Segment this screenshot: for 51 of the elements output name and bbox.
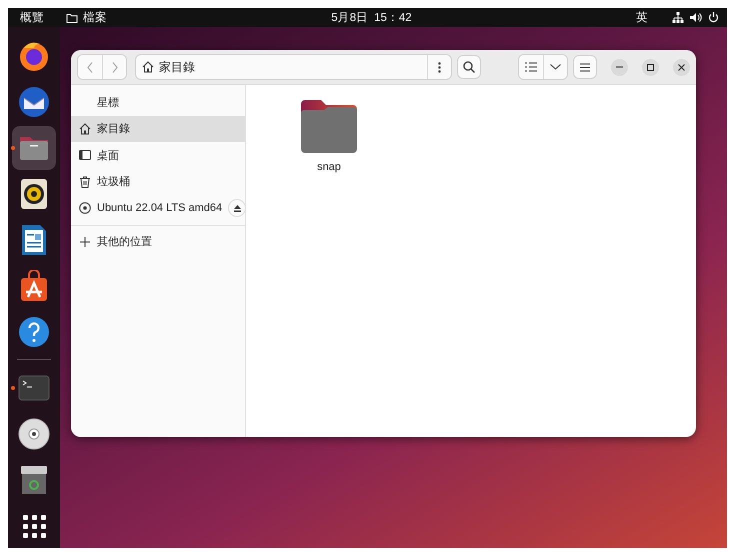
- minimize-button[interactable]: [611, 58, 628, 76]
- speaker-icon[interactable]: [18, 178, 50, 210]
- eject-icon: [234, 204, 241, 212]
- chevron-down-icon: [550, 64, 561, 70]
- disc-icon: [79, 202, 91, 214]
- browser-icon[interactable]: [18, 40, 50, 72]
- network-icon[interactable]: [672, 12, 684, 23]
- mail-icon[interactable]: [18, 86, 50, 118]
- sidebar-item[interactable]: 星標: [71, 89, 245, 116]
- app-menu[interactable]: 檔案: [83, 10, 107, 25]
- home-icon: [79, 122, 91, 135]
- sidebar-item[interactable]: 桌面: [71, 142, 245, 168]
- chevron-left-icon: [87, 62, 93, 72]
- close-button[interactable]: [673, 58, 690, 76]
- folder-icon[interactable]: [299, 99, 359, 154]
- file-name[interactable]: snap: [317, 161, 341, 173]
- kebab-menu-icon: [438, 62, 441, 72]
- minimize-icon: [616, 66, 623, 68]
- eject-button[interactable]: [228, 199, 246, 218]
- dock-item-highlight[interactable]: [12, 126, 56, 170]
- sidebar-item[interactable]: 家目錄: [71, 116, 245, 142]
- shopping-bag-icon[interactable]: [18, 270, 50, 302]
- recycle-bin-icon[interactable]: [18, 464, 50, 496]
- chevron-right-icon: [112, 62, 118, 72]
- trash-icon: [79, 176, 91, 188]
- power-icon[interactable]: [708, 12, 719, 23]
- clock-date[interactable]: 5月8日: [331, 10, 368, 25]
- sidebar-item[interactable]: 其他的位置: [71, 228, 245, 255]
- disc-icon[interactable]: [18, 418, 50, 450]
- close-icon: [678, 64, 685, 70]
- input-method-indicator[interactable]: 英: [636, 10, 648, 25]
- menu-icon: [580, 62, 590, 72]
- plus-icon: [79, 236, 91, 248]
- clock-time[interactable]: 15：42: [374, 10, 412, 25]
- path-crumb[interactable]: 家目錄: [159, 58, 195, 76]
- home-icon: [142, 61, 154, 73]
- volume-icon[interactable]: [690, 12, 702, 23]
- search-button[interactable]: [457, 55, 481, 79]
- desktop-icon: [79, 149, 91, 162]
- sidebar-item[interactable]: Ubuntu 22.04 LTS amd64: [71, 195, 245, 222]
- folder-icon: [66, 12, 78, 22]
- help-icon[interactable]: [18, 316, 50, 348]
- main-menu-button[interactable]: [573, 55, 597, 79]
- list-icon: [525, 62, 537, 72]
- view-options-button[interactable]: [543, 55, 567, 79]
- maximize-button[interactable]: [642, 58, 659, 76]
- maximize-icon: [647, 64, 654, 70]
- path-menu-button[interactable]: [427, 55, 451, 79]
- sidebar-item[interactable]: 垃圾桶: [71, 168, 245, 195]
- search-icon: [463, 61, 475, 73]
- activities-button[interactable]: 概覽: [20, 10, 44, 25]
